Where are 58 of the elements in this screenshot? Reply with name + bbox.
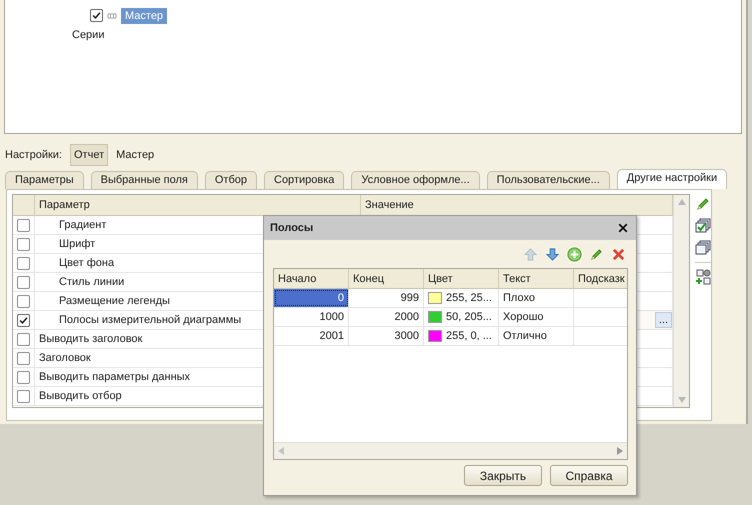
tab[interactable]: Сортировка xyxy=(264,171,344,189)
table-cell: 255, 25... xyxy=(446,292,492,304)
checkbox[interactable] xyxy=(17,256,30,270)
down-arrow-icon[interactable] xyxy=(545,247,560,262)
pencil-icon[interactable] xyxy=(695,196,711,212)
ellipsis-button[interactable]: ... xyxy=(654,312,672,328)
checkbox[interactable] xyxy=(17,314,30,326)
checkbox[interactable] xyxy=(17,238,30,250)
column-header: Цвет xyxy=(424,269,499,288)
dialog-title: Полосы xyxy=(270,222,314,234)
checkbox[interactable] xyxy=(17,218,30,232)
settings-label: Настройки: xyxy=(5,149,62,161)
tree-item[interactable]: Серии xyxy=(68,26,108,42)
tab[interactable]: Условное оформле... xyxy=(351,171,480,189)
checkbox[interactable] xyxy=(17,294,30,308)
table-cell[interactable]: 2001 xyxy=(274,327,349,345)
settings-add-icon[interactable] xyxy=(695,269,711,285)
checkbox[interactable] xyxy=(17,390,30,402)
table-cell: Отлично xyxy=(499,327,574,345)
settings-option[interactable]: Мастер xyxy=(112,144,158,166)
tab[interactable]: Пользовательские... xyxy=(486,171,610,189)
checkbox[interactable] xyxy=(17,332,30,346)
table-cell[interactable]: 1000 xyxy=(274,308,349,326)
add-icon[interactable] xyxy=(567,247,582,262)
tab[interactable]: Другие настройки xyxy=(616,169,728,189)
settings-option[interactable]: Отчет xyxy=(70,144,108,166)
table-cell: 999 xyxy=(349,289,424,307)
table-cell: 2000 xyxy=(349,308,424,326)
vertical-scrollbar[interactable] xyxy=(673,195,689,407)
horizontal-scrollbar[interactable] xyxy=(274,442,627,459)
checkbox[interactable] xyxy=(17,276,30,288)
table-cell[interactable]: 0 xyxy=(274,289,349,307)
scroll-down-icon[interactable] xyxy=(678,397,686,403)
close-icon[interactable] xyxy=(617,222,629,234)
checkbox[interactable] xyxy=(17,352,30,364)
delete-icon[interactable] xyxy=(611,247,626,262)
dialog-button[interactable]: Закрыть xyxy=(464,465,542,486)
tab[interactable]: Параметры xyxy=(5,171,84,189)
table-cell: 3000 xyxy=(349,327,424,345)
scroll-right-icon[interactable] xyxy=(617,447,623,455)
column-header: Конец xyxy=(349,269,424,288)
table-cell: 50, 205... xyxy=(446,311,492,323)
column-header: Подсказк xyxy=(577,272,626,286)
tab[interactable]: Отбор xyxy=(204,171,257,189)
table-cell: Плохо xyxy=(499,289,574,307)
scroll-up-icon[interactable] xyxy=(678,199,686,205)
tab[interactable]: Выбранные поля xyxy=(90,171,198,189)
checkbox[interactable] xyxy=(17,370,30,384)
stack-icon[interactable] xyxy=(695,240,711,256)
column-header: Текст xyxy=(499,269,574,288)
checkbox[interactable] xyxy=(90,9,103,22)
table-cell: 255, 0, ... xyxy=(446,330,492,342)
dialog-button[interactable]: Справка xyxy=(550,465,628,486)
table-cell: Хорошо xyxy=(499,308,574,326)
field-icon xyxy=(106,12,118,20)
checked-stack-icon[interactable] xyxy=(695,218,711,234)
column-header: Начало xyxy=(274,269,349,288)
pencil-icon[interactable] xyxy=(589,247,604,262)
